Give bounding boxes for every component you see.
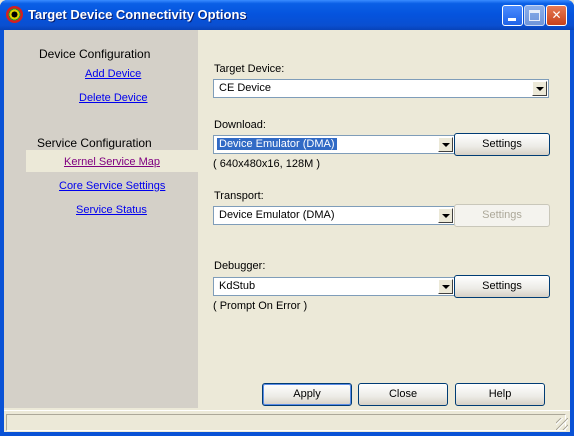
core-service-settings-link[interactable]: Core Service Settings: [59, 180, 165, 192]
dialog-client-area: Device Configuration Add Device Delete D…: [4, 30, 570, 432]
maximize-icon: [529, 10, 540, 21]
download-value: Device Emulator (DMA): [217, 138, 337, 150]
transport-label: Transport:: [214, 190, 264, 202]
chevron-down-icon[interactable]: [532, 81, 547, 96]
add-device-link[interactable]: Add Device: [85, 68, 141, 80]
service-configuration-heading: Service Configuration: [37, 136, 152, 150]
target-device-label: Target Device:: [214, 63, 285, 75]
chevron-down-icon[interactable]: [438, 279, 453, 294]
chevron-down-icon[interactable]: [438, 208, 453, 223]
close-icon: ✕: [551, 8, 562, 22]
kernel-service-map-link[interactable]: Kernel Service Map: [64, 156, 160, 168]
debugger-value: KdStub: [219, 280, 256, 292]
debugger-label: Debugger:: [214, 260, 266, 272]
download-label: Download:: [214, 119, 266, 131]
debugger-settings-button[interactable]: Settings: [454, 275, 550, 298]
close-window-button[interactable]: ✕: [546, 5, 567, 26]
status-bar: [4, 410, 570, 432]
window-title: Target Device Connectivity Options: [28, 7, 247, 22]
app-icon: [6, 6, 23, 23]
debugger-info: ( Prompt On Error ): [213, 300, 308, 312]
device-configuration-heading: Device Configuration: [39, 47, 151, 61]
title-bar[interactable]: Target Device Connectivity Options ✕: [0, 0, 574, 30]
dialog-window: Target Device Connectivity Options ✕ Dev…: [0, 0, 574, 436]
target-device-select[interactable]: CE Device: [213, 79, 549, 98]
download-settings-button[interactable]: Settings: [454, 133, 550, 156]
resize-grip-icon[interactable]: [556, 418, 568, 430]
apply-button[interactable]: Apply: [262, 383, 352, 406]
delete-device-link[interactable]: Delete Device: [79, 92, 147, 104]
service-status-link[interactable]: Service Status: [76, 204, 147, 216]
status-pane: [6, 414, 566, 431]
chevron-down-icon[interactable]: [438, 137, 453, 152]
transport-select[interactable]: Device Emulator (DMA): [213, 206, 455, 225]
minimize-icon: [508, 18, 516, 21]
target-device-value: CE Device: [219, 82, 271, 94]
maximize-button: [524, 5, 545, 26]
close-button[interactable]: Close: [358, 383, 448, 406]
debugger-select[interactable]: KdStub: [213, 277, 455, 296]
help-button[interactable]: Help: [455, 383, 545, 406]
minimize-button[interactable]: [502, 5, 523, 26]
transport-value: Device Emulator (DMA): [219, 209, 335, 221]
download-select[interactable]: Device Emulator (DMA): [213, 135, 455, 154]
transport-settings-button: Settings: [454, 204, 550, 227]
sidebar: Device Configuration Add Device Delete D…: [4, 30, 198, 408]
download-info: ( 640x480x16, 128M ): [213, 158, 321, 170]
